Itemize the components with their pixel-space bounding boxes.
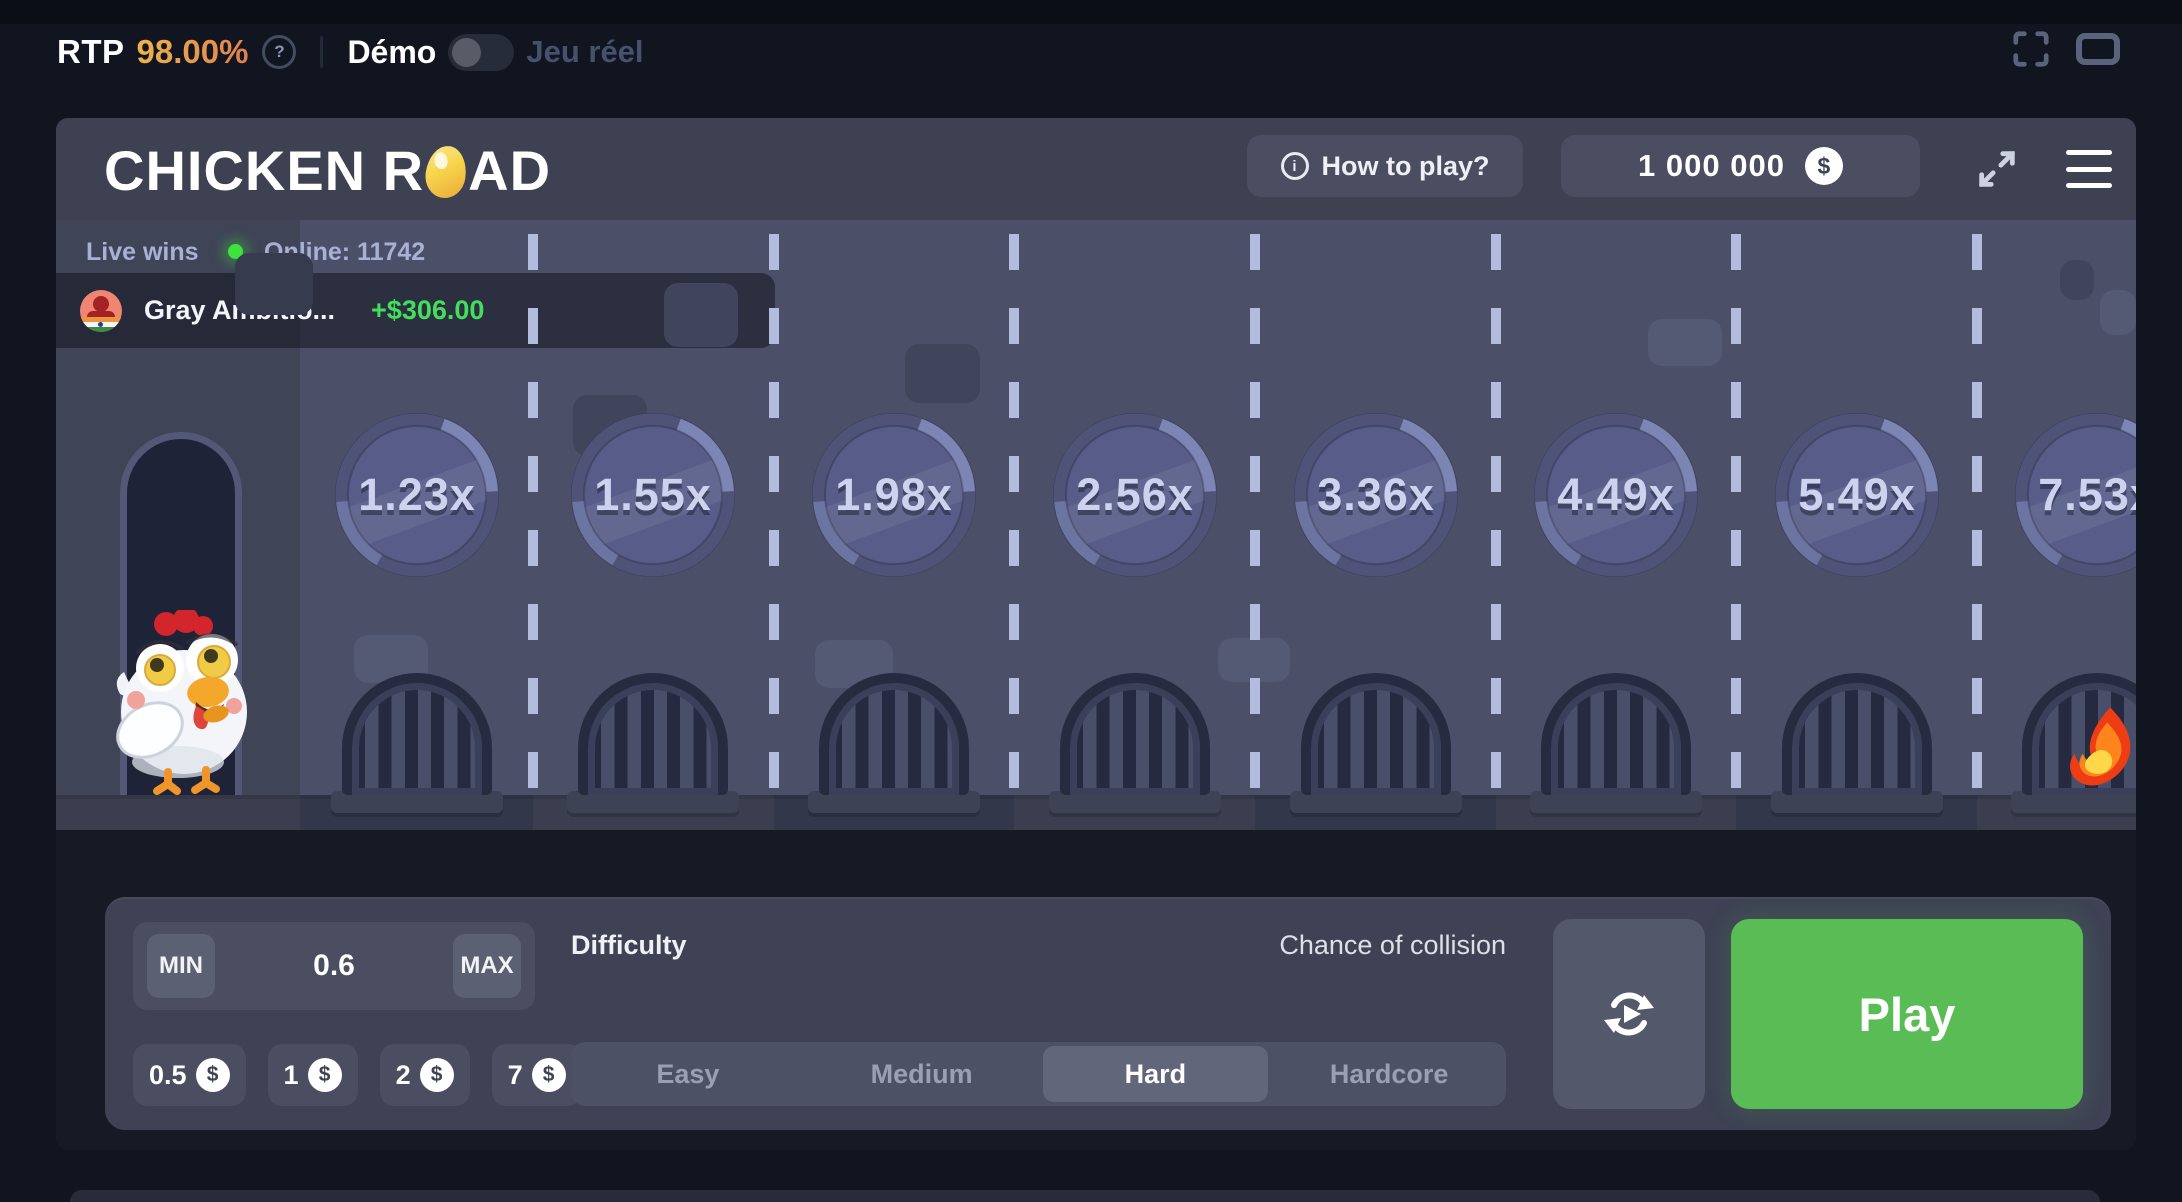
road-decoration bbox=[905, 344, 980, 403]
expand-icon[interactable] bbox=[1972, 144, 2022, 194]
manhole-grate bbox=[1060, 673, 1210, 795]
currency-coin-icon: $ bbox=[1805, 147, 1843, 185]
multiplier-value: 1.23x bbox=[333, 411, 501, 579]
min-bet-button[interactable]: MIN bbox=[147, 934, 215, 998]
footer-panel-edge bbox=[70, 1190, 2100, 1202]
egg-icon bbox=[423, 143, 470, 200]
multiplier-value: 2.56x bbox=[1051, 411, 1219, 579]
quick-bet-value: 2 bbox=[396, 1060, 411, 1091]
balance-display[interactable]: 1 000 000 $ bbox=[1561, 135, 1920, 197]
multiplier-disc: 1.23x bbox=[333, 411, 501, 579]
window-controls bbox=[2012, 30, 2120, 68]
manhole-grate bbox=[1782, 673, 1932, 795]
multiplier-value: 1.55x bbox=[569, 411, 737, 579]
tab-difficulty-hardcore[interactable]: Hardcore bbox=[1276, 1046, 1502, 1102]
theater-mode-icon[interactable] bbox=[2076, 33, 2120, 65]
multiplier-disc: 1.98x bbox=[810, 411, 978, 579]
lane-divider bbox=[1731, 234, 1741, 796]
collision-label: Chance of collision bbox=[1279, 930, 1506, 961]
game-window: CHICKEN R AD i How to play? 1 000 000 $ L… bbox=[56, 118, 2136, 1150]
manhole-grate bbox=[578, 673, 728, 795]
multiplier-disc: 3.36x bbox=[1292, 411, 1460, 579]
tab-difficulty-hard[interactable]: Hard bbox=[1043, 1046, 1269, 1102]
multiplier-disc: 5.49x bbox=[1773, 411, 1941, 579]
road-decoration bbox=[1648, 319, 1722, 366]
quick-bet-value: 1 bbox=[284, 1060, 299, 1091]
logo-text-right: AD bbox=[468, 138, 551, 203]
road-decoration bbox=[664, 283, 738, 347]
menu-icon[interactable] bbox=[2066, 150, 2114, 188]
rtp-label: RTP bbox=[57, 33, 125, 71]
divider bbox=[320, 36, 323, 68]
multiplier-value: 4.49x bbox=[1532, 411, 1700, 579]
game-road: Live wins Online: 11742 Gray Ambitio... … bbox=[56, 220, 2136, 830]
road-decoration bbox=[2100, 290, 2136, 335]
road-decoration bbox=[235, 253, 313, 315]
multiplier-value: 7.53x bbox=[2013, 411, 2136, 579]
auto-play-button[interactable] bbox=[1553, 919, 1705, 1109]
lane-divider bbox=[1972, 234, 1982, 796]
currency-coin-icon: $ bbox=[308, 1058, 342, 1092]
top-bar: RTP 98.00% ? Démo Jeu réel bbox=[57, 30, 644, 74]
rtp-value: 98.00% bbox=[137, 33, 249, 71]
lane-divider bbox=[1491, 234, 1501, 796]
quick-bet-button[interactable]: 2 $ bbox=[380, 1044, 470, 1106]
lane-divider bbox=[769, 234, 779, 796]
win-amount: +$306.00 bbox=[371, 295, 484, 326]
multiplier-value: 3.36x bbox=[1292, 411, 1460, 579]
quick-bet-value: 0.5 bbox=[149, 1060, 187, 1091]
quick-bet-row: 0.5 $1 $2 $7 $ bbox=[133, 1044, 582, 1106]
logo-text-left: CHICKEN R bbox=[104, 138, 424, 203]
control-panel: 0.6 MIN MAX 0.5 $1 $2 $7 $ Difficulty Ch… bbox=[105, 897, 2111, 1130]
multiplier-disc: 4.49x bbox=[1532, 411, 1700, 579]
currency-coin-icon: $ bbox=[532, 1058, 566, 1092]
how-to-play-label: How to play? bbox=[1322, 151, 1490, 182]
bet-amount-box: 0.6 MIN MAX bbox=[133, 922, 535, 1010]
difficulty-tabs: EasyMediumHardHardcore bbox=[571, 1042, 1506, 1106]
demo-real-toggle[interactable] bbox=[448, 34, 514, 71]
manhole-grate bbox=[1301, 673, 1451, 795]
quick-bet-button[interactable]: 0.5 $ bbox=[133, 1044, 246, 1106]
chicken-character bbox=[108, 610, 266, 801]
road-decoration bbox=[2060, 260, 2094, 300]
info-icon: i bbox=[1281, 152, 1309, 180]
multiplier-disc: 7.53x bbox=[2013, 411, 2136, 579]
lane-divider bbox=[528, 234, 538, 796]
multiplier-value: 1.98x bbox=[810, 411, 978, 579]
tab-difficulty-medium[interactable]: Medium bbox=[809, 1046, 1035, 1102]
india-flag-icon bbox=[80, 317, 122, 332]
balance-value: 1 000 000 bbox=[1638, 148, 1785, 184]
multiplier-disc: 1.55x bbox=[569, 411, 737, 579]
fullscreen-icon[interactable] bbox=[2012, 30, 2050, 68]
tab-difficulty-easy[interactable]: Easy bbox=[575, 1046, 801, 1102]
quick-bet-value: 7 bbox=[508, 1060, 523, 1091]
quick-bet-button[interactable]: 1 $ bbox=[268, 1044, 358, 1106]
how-to-play-button[interactable]: i How to play? bbox=[1247, 135, 1523, 197]
max-bet-button[interactable]: MAX bbox=[453, 934, 521, 998]
manhole-grate bbox=[1541, 673, 1691, 795]
quick-bet-button[interactable]: 7 $ bbox=[492, 1044, 582, 1106]
game-header: CHICKEN R AD i How to play? 1 000 000 $ bbox=[56, 118, 2136, 220]
currency-coin-icon: $ bbox=[196, 1058, 230, 1092]
currency-coin-icon: $ bbox=[420, 1058, 454, 1092]
play-button[interactable]: Play bbox=[1731, 919, 2083, 1109]
live-wins-label: Live wins bbox=[86, 238, 199, 267]
cycle-play-icon bbox=[1597, 982, 1661, 1046]
winner-avatar bbox=[80, 290, 122, 332]
lane-divider bbox=[1250, 234, 1260, 796]
help-icon[interactable]: ? bbox=[262, 35, 296, 69]
lane-divider bbox=[1009, 234, 1019, 796]
multiplier-value: 5.49x bbox=[1773, 411, 1941, 579]
manhole-grate bbox=[819, 673, 969, 795]
manhole-grate bbox=[342, 673, 492, 795]
toggle-knob bbox=[452, 38, 481, 67]
real-mode-label: Jeu réel bbox=[526, 34, 643, 70]
game-logo: CHICKEN R AD bbox=[104, 138, 551, 203]
demo-label: Démo bbox=[347, 34, 436, 71]
difficulty-label: Difficulty bbox=[571, 930, 687, 961]
multiplier-disc: 2.56x bbox=[1051, 411, 1219, 579]
